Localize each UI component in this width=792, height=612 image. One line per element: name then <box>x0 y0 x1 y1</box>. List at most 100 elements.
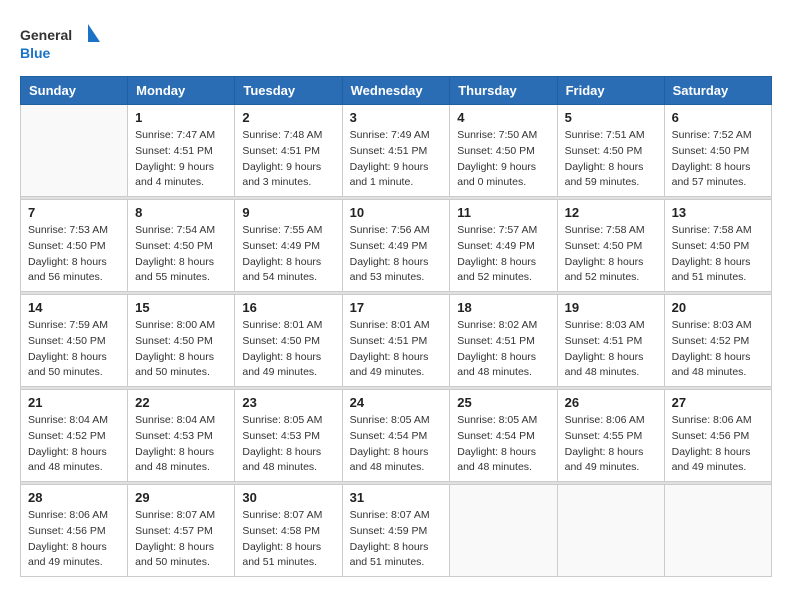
calendar-cell: 13 Sunrise: 7:58 AM Sunset: 4:50 PM Dayli… <box>664 200 771 292</box>
day-info: Sunrise: 8:07 AM Sunset: 4:59 PM Dayligh… <box>350 508 443 571</box>
calendar-cell: 16Sunrise: 8:01 AM Sunset: 4:50 PM Dayli… <box>235 295 342 387</box>
day-number: 21 <box>28 395 120 410</box>
day-info: Sunrise: 8:03 AM Sunset: 4:51 PM Dayligh… <box>565 318 657 381</box>
calendar-cell: 14 Sunrise: 7:59 AM Sunset: 4:50 PM Dayli… <box>21 295 128 387</box>
day-number: 12 <box>565 205 657 220</box>
calendar-cell: 5 Sunrise: 7:51 AM Sunset: 4:50 PM Daylig… <box>557 105 664 197</box>
calendar-week-row: 7 Sunrise: 7:53 AM Sunset: 4:50 PM Daylig… <box>21 200 772 292</box>
calendar-cell: 21 Sunrise: 8:04 AM Sunset: 4:52 PM Dayli… <box>21 390 128 482</box>
calendar-table: SundayMondayTuesdayWednesdayThursdayFrid… <box>20 76 772 577</box>
weekday-header: Thursday <box>450 77 557 105</box>
day-info: Sunrise: 7:50 AM Sunset: 4:50 PM Dayligh… <box>457 128 549 191</box>
page-header: General Blue <box>20 20 772 64</box>
day-number: 15 <box>135 300 227 315</box>
day-info: Sunrise: 8:07 AM Sunset: 4:58 PM Dayligh… <box>242 508 334 571</box>
logo: General Blue <box>20 20 100 64</box>
calendar-cell: 30 Sunrise: 8:07 AM Sunset: 4:58 PM Dayli… <box>235 485 342 577</box>
calendar-cell: 26 Sunrise: 8:06 AM Sunset: 4:55 PM Dayli… <box>557 390 664 482</box>
day-number: 13 <box>672 205 764 220</box>
calendar-cell: 2Sunrise: 7:48 AM Sunset: 4:51 PM Daylig… <box>235 105 342 197</box>
day-number: 11 <box>457 205 549 220</box>
day-number: 10 <box>350 205 443 220</box>
weekday-header: Sunday <box>21 77 128 105</box>
day-info: Sunrise: 7:55 AM Sunset: 4:49 PM Dayligh… <box>242 223 334 286</box>
logo-svg: General Blue <box>20 20 100 64</box>
day-number: 3 <box>350 110 443 125</box>
day-info: Sunrise: 8:02 AM Sunset: 4:51 PM Dayligh… <box>457 318 549 381</box>
day-info: Sunrise: 8:05 AM Sunset: 4:54 PM Dayligh… <box>350 413 443 476</box>
calendar-cell <box>21 105 128 197</box>
calendar-cell: 20 Sunrise: 8:03 AM Sunset: 4:52 PM Dayli… <box>664 295 771 387</box>
weekday-header: Monday <box>128 77 235 105</box>
calendar-week-row: 1Sunrise: 7:47 AM Sunset: 4:51 PM Daylig… <box>21 105 772 197</box>
day-info: Sunrise: 8:03 AM Sunset: 4:52 PM Dayligh… <box>672 318 764 381</box>
day-number: 28 <box>28 490 120 505</box>
day-info: Sunrise: 7:58 AM Sunset: 4:50 PM Dayligh… <box>565 223 657 286</box>
calendar-cell: 28 Sunrise: 8:06 AM Sunset: 4:56 PM Dayli… <box>21 485 128 577</box>
calendar-cell: 17 Sunrise: 8:01 AM Sunset: 4:51 PM Dayli… <box>342 295 450 387</box>
day-number: 7 <box>28 205 120 220</box>
calendar-cell: 6Sunrise: 7:52 AM Sunset: 4:50 PM Daylig… <box>664 105 771 197</box>
day-info: Sunrise: 8:06 AM Sunset: 4:56 PM Dayligh… <box>672 413 764 476</box>
day-number: 4 <box>457 110 549 125</box>
day-info: Sunrise: 7:51 AM Sunset: 4:50 PM Dayligh… <box>565 128 657 191</box>
day-number: 24 <box>350 395 443 410</box>
calendar-cell: 10Sunrise: 7:56 AM Sunset: 4:49 PM Dayli… <box>342 200 450 292</box>
calendar-cell: 25Sunrise: 8:05 AM Sunset: 4:54 PM Dayli… <box>450 390 557 482</box>
day-info: Sunrise: 8:06 AM Sunset: 4:55 PM Dayligh… <box>565 413 657 476</box>
calendar-cell: 18 Sunrise: 8:02 AM Sunset: 4:51 PM Dayli… <box>450 295 557 387</box>
day-info: Sunrise: 7:52 AM Sunset: 4:50 PM Dayligh… <box>672 128 764 191</box>
calendar-cell: 29 Sunrise: 8:07 AM Sunset: 4:57 PM Dayli… <box>128 485 235 577</box>
day-info: Sunrise: 7:59 AM Sunset: 4:50 PM Dayligh… <box>28 318 120 381</box>
day-info: Sunrise: 8:04 AM Sunset: 4:53 PM Dayligh… <box>135 413 227 476</box>
calendar-cell: 3 Sunrise: 7:49 AM Sunset: 4:51 PM Daylig… <box>342 105 450 197</box>
calendar-cell: 19 Sunrise: 8:03 AM Sunset: 4:51 PM Dayli… <box>557 295 664 387</box>
svg-text:General: General <box>20 27 72 43</box>
day-number: 20 <box>672 300 764 315</box>
day-info: Sunrise: 8:01 AM Sunset: 4:51 PM Dayligh… <box>350 318 443 381</box>
calendar-cell: 31Sunrise: 8:07 AM Sunset: 4:59 PM Dayli… <box>342 485 450 577</box>
day-number: 1 <box>135 110 227 125</box>
calendar-cell: 23 Sunrise: 8:05 AM Sunset: 4:53 PM Dayli… <box>235 390 342 482</box>
day-info: Sunrise: 8:05 AM Sunset: 4:53 PM Dayligh… <box>242 413 334 476</box>
calendar-cell: 11Sunrise: 7:57 AM Sunset: 4:49 PM Dayli… <box>450 200 557 292</box>
calendar-cell <box>664 485 771 577</box>
day-info: Sunrise: 7:58 AM Sunset: 4:50 PM Dayligh… <box>672 223 764 286</box>
day-number: 2 <box>242 110 334 125</box>
day-info: Sunrise: 8:00 AM Sunset: 4:50 PM Dayligh… <box>135 318 227 381</box>
calendar-cell: 24 Sunrise: 8:05 AM Sunset: 4:54 PM Dayli… <box>342 390 450 482</box>
day-number: 9 <box>242 205 334 220</box>
calendar-cell: 7 Sunrise: 7:53 AM Sunset: 4:50 PM Daylig… <box>21 200 128 292</box>
svg-text:Blue: Blue <box>20 45 51 61</box>
weekday-header-row: SundayMondayTuesdayWednesdayThursdayFrid… <box>21 77 772 105</box>
calendar-cell <box>450 485 557 577</box>
day-number: 19 <box>565 300 657 315</box>
calendar-week-row: 14 Sunrise: 7:59 AM Sunset: 4:50 PM Dayli… <box>21 295 772 387</box>
calendar-cell: 9 Sunrise: 7:55 AM Sunset: 4:49 PM Daylig… <box>235 200 342 292</box>
day-number: 27 <box>672 395 764 410</box>
calendar-week-row: 28 Sunrise: 8:06 AM Sunset: 4:56 PM Dayli… <box>21 485 772 577</box>
day-number: 17 <box>350 300 443 315</box>
day-number: 30 <box>242 490 334 505</box>
calendar-week-row: 21 Sunrise: 8:04 AM Sunset: 4:52 PM Dayli… <box>21 390 772 482</box>
calendar-cell: 22Sunrise: 8:04 AM Sunset: 4:53 PM Dayli… <box>128 390 235 482</box>
day-number: 18 <box>457 300 549 315</box>
calendar-cell: 15 Sunrise: 8:00 AM Sunset: 4:50 PM Dayli… <box>128 295 235 387</box>
day-number: 26 <box>565 395 657 410</box>
day-info: Sunrise: 8:06 AM Sunset: 4:56 PM Dayligh… <box>28 508 120 571</box>
day-info: Sunrise: 8:07 AM Sunset: 4:57 PM Dayligh… <box>135 508 227 571</box>
calendar-cell: 27 Sunrise: 8:06 AM Sunset: 4:56 PM Dayli… <box>664 390 771 482</box>
weekday-header: Tuesday <box>235 77 342 105</box>
weekday-header: Saturday <box>664 77 771 105</box>
day-number: 29 <box>135 490 227 505</box>
day-number: 5 <box>565 110 657 125</box>
weekday-header: Wednesday <box>342 77 450 105</box>
day-number: 25 <box>457 395 549 410</box>
day-info: Sunrise: 8:04 AM Sunset: 4:52 PM Dayligh… <box>28 413 120 476</box>
calendar-cell: 1Sunrise: 7:47 AM Sunset: 4:51 PM Daylig… <box>128 105 235 197</box>
day-number: 23 <box>242 395 334 410</box>
day-number: 16 <box>242 300 334 315</box>
day-number: 14 <box>28 300 120 315</box>
day-info: Sunrise: 7:49 AM Sunset: 4:51 PM Dayligh… <box>350 128 443 191</box>
day-info: Sunrise: 7:53 AM Sunset: 4:50 PM Dayligh… <box>28 223 120 286</box>
